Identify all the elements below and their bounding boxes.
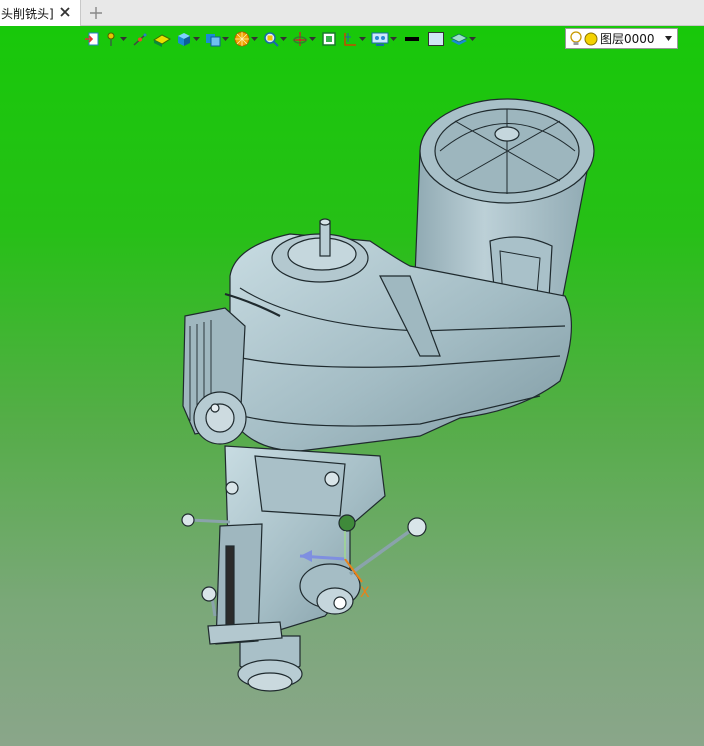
close-icon[interactable] (58, 5, 72, 19)
milling-head-model[interactable]: X (0, 26, 704, 746)
document-tab[interactable]: 头削铣头] (0, 0, 81, 26)
side-gear-box[interactable] (182, 307, 247, 445)
plus-icon[interactable] (89, 6, 103, 20)
x-axis-label: X (360, 585, 370, 601)
tab-bar: 头削铣头] (0, 0, 704, 26)
3d-viewport[interactable]: 图层0000 X (0, 26, 704, 746)
document-tab-label: 头削铣头] (1, 6, 54, 21)
